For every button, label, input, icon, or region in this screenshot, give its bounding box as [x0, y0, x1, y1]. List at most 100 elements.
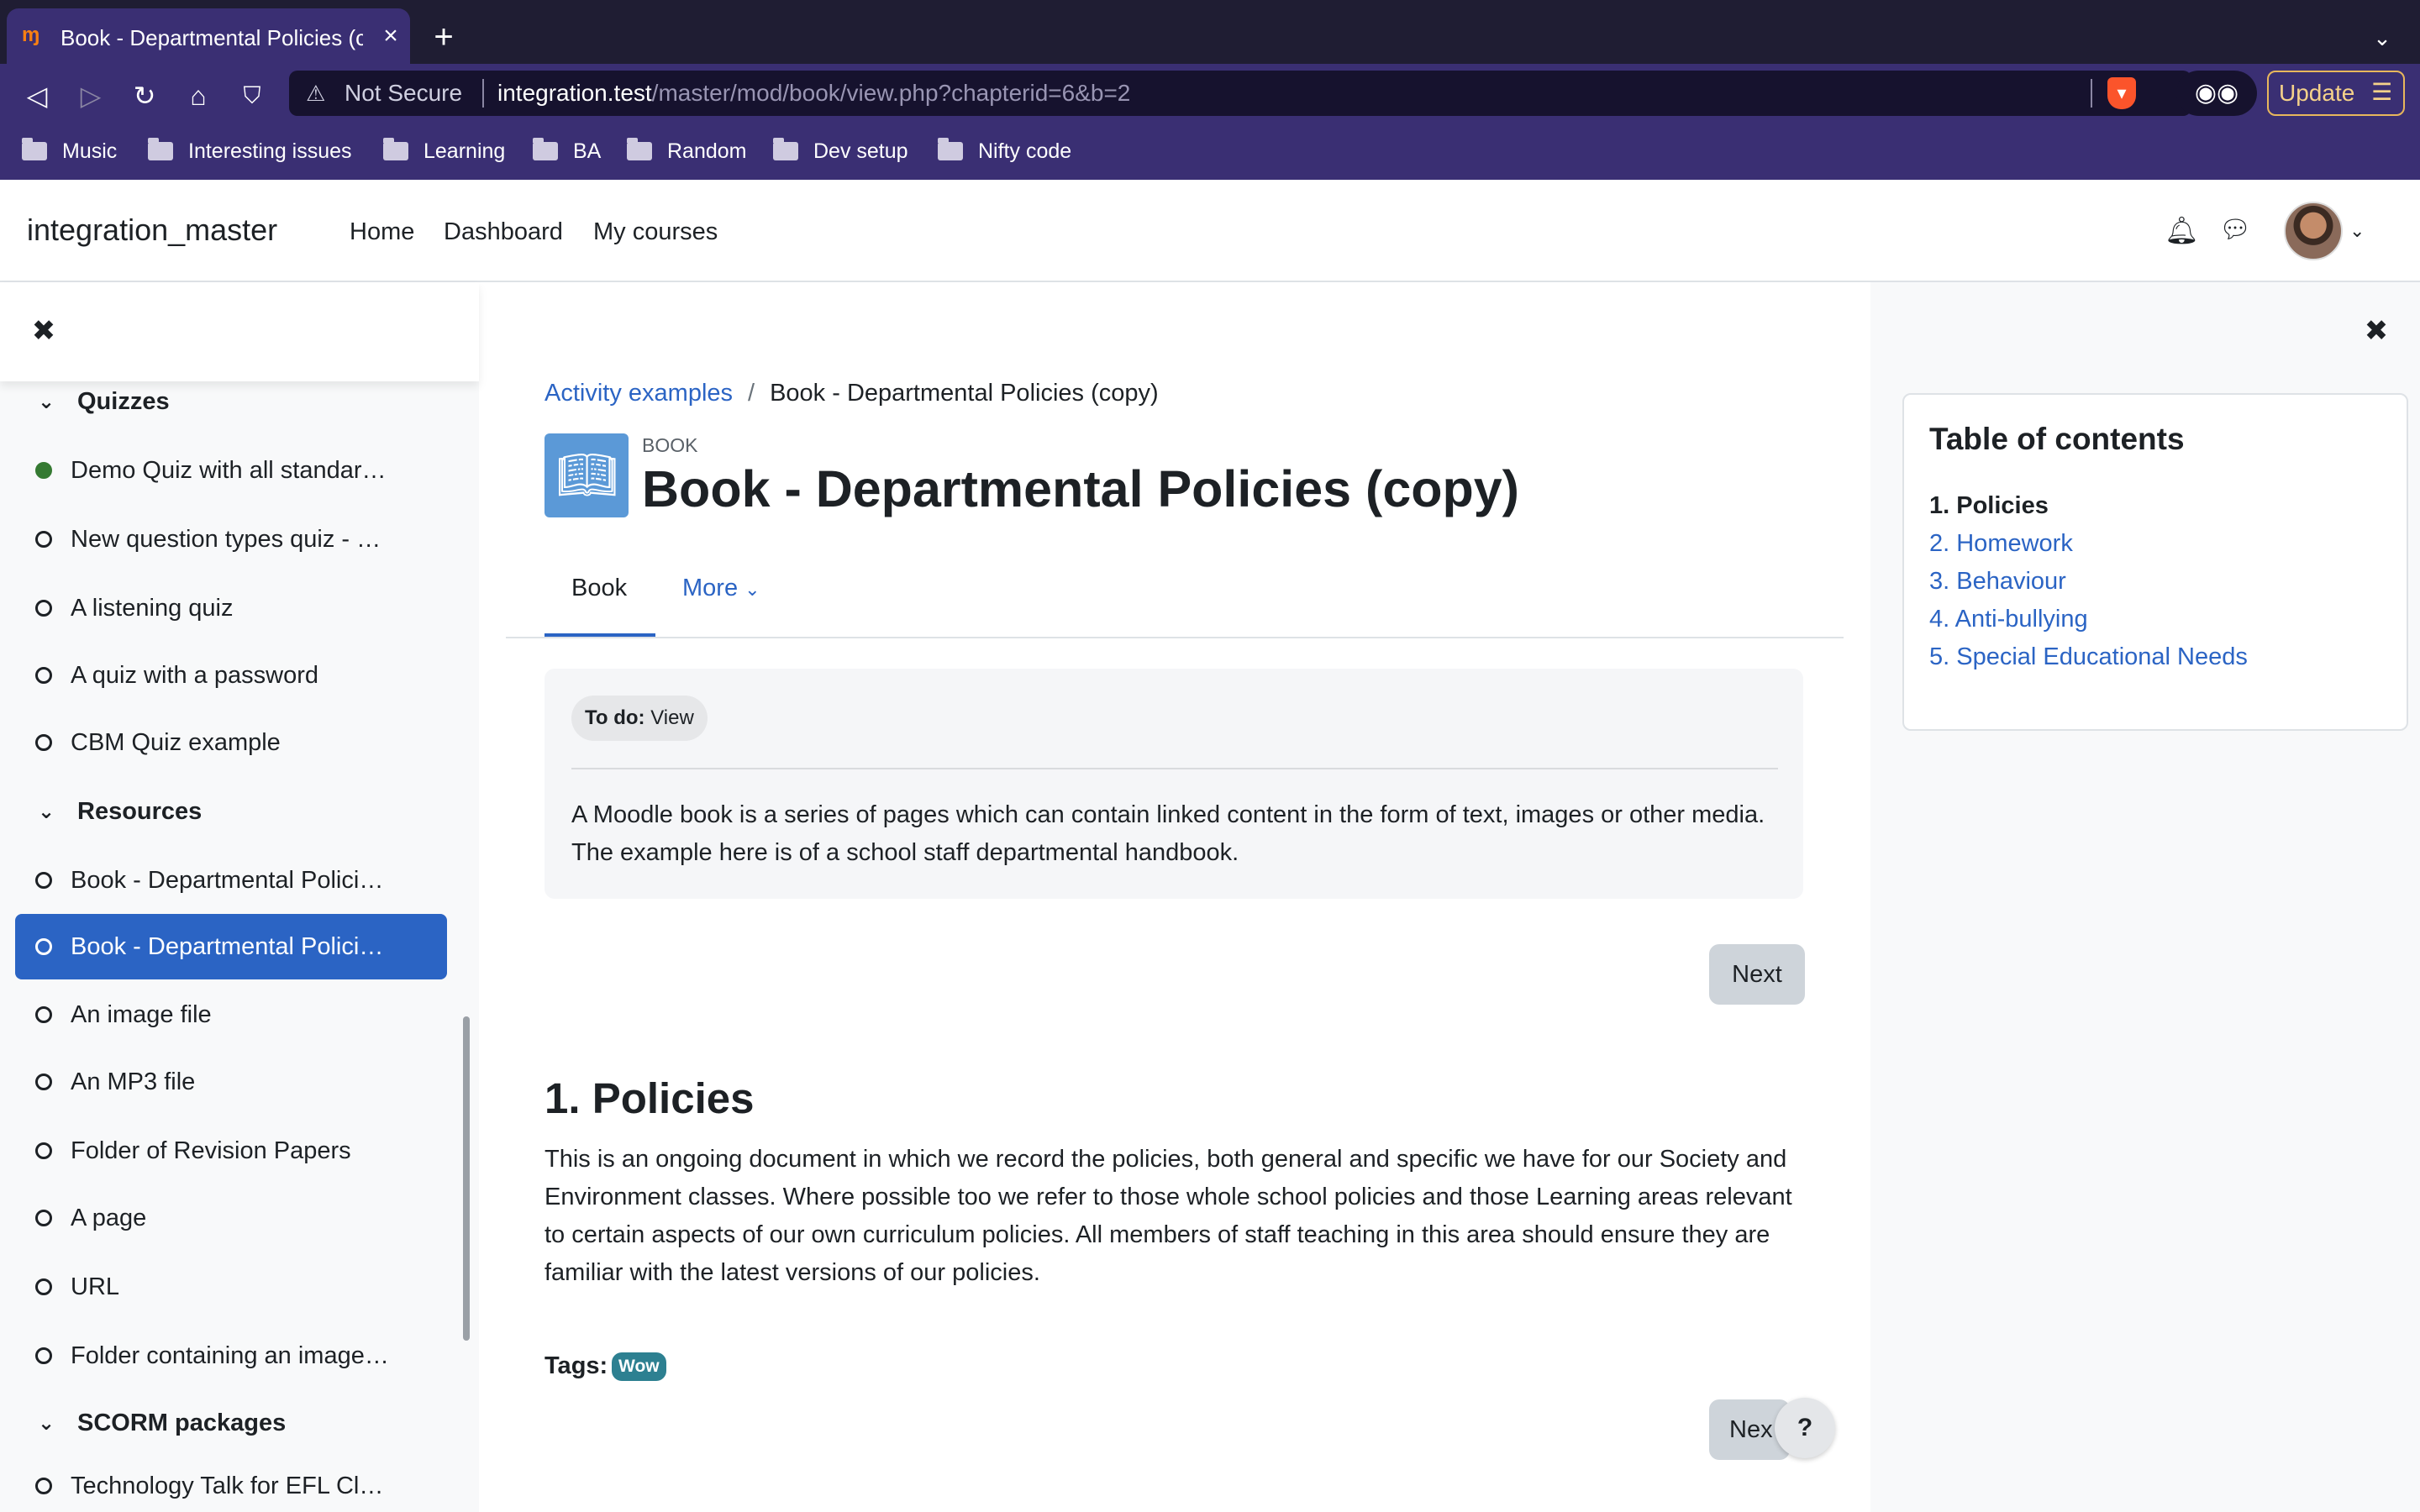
folder-icon	[533, 138, 558, 160]
new-tab-icon[interactable]: +	[427, 20, 460, 54]
folder-icon	[22, 138, 47, 160]
toc-item[interactable]: 2. Homework	[1929, 525, 2073, 562]
course-index-item[interactable]: A page	[15, 1186, 447, 1250]
moodle-favicon-icon: ɱ	[22, 24, 40, 46]
tab-list-chevron-icon[interactable]: ⌄	[2368, 24, 2396, 52]
completion-incomplete-icon	[35, 1074, 52, 1090]
course-index-item[interactable]: Folder containing an image…	[15, 1324, 447, 1388]
completion-incomplete-icon	[35, 1142, 52, 1159]
chevron-down-icon: ⌄	[37, 1411, 55, 1435]
home-icon[interactable]: ⌂	[178, 76, 218, 116]
breadcrumb-separator: /	[748, 380, 755, 407]
section-scorm-packages[interactable]: ⌄ SCORM packages	[34, 1403, 286, 1443]
activity-divider	[571, 768, 1778, 769]
completion-incomplete-icon	[35, 600, 52, 617]
bookmark-learning[interactable]: Learning	[383, 134, 505, 168]
course-index-item[interactable]: Demo Quiz with all standar…	[15, 438, 447, 502]
tag-badge[interactable]: Wow	[612, 1352, 666, 1381]
course-index-item[interactable]: URL	[15, 1255, 447, 1319]
completion-incomplete-icon	[35, 1347, 52, 1364]
folder-icon	[383, 138, 408, 160]
course-index-item[interactable]: A quiz with a password	[15, 643, 447, 707]
completion-todo-badge: To do: View	[571, 696, 708, 741]
completion-incomplete-icon	[35, 1006, 52, 1023]
chevron-down-icon: ⌄	[744, 579, 760, 600]
completion-incomplete-icon	[35, 1210, 52, 1226]
next-chapter-button-top[interactable]: Next	[1709, 944, 1805, 1005]
reader-mode-glasses-icon[interactable]: ◉◉	[2176, 71, 2257, 116]
course-index-item[interactable]: Book - Departmental Polici…	[15, 848, 447, 912]
completion-incomplete-icon	[35, 1278, 52, 1295]
bookmark-ba[interactable]: BA	[533, 134, 601, 168]
reload-icon[interactable]: ↻	[124, 76, 165, 116]
activity-description: A Moodle book is a series of pages which…	[571, 801, 1765, 866]
bookmark-interesting-issues[interactable]: Interesting issues	[148, 134, 352, 168]
completion-incomplete-icon	[35, 872, 52, 889]
course-index-item[interactable]: An image file	[15, 983, 447, 1047]
not-secure-label[interactable]: Not Secure	[345, 78, 462, 108]
course-index-item-active[interactable]: Book - Departmental Polici…	[15, 914, 447, 979]
tabs-divider	[506, 637, 1844, 638]
chapter-body: This is an ongoing document in which we …	[544, 1146, 1792, 1286]
tab-book[interactable]: Book	[571, 571, 627, 605]
close-block-drawer-icon[interactable]: ✖	[2361, 316, 2391, 346]
section-resources[interactable]: ⌄ Resources	[34, 791, 202, 832]
toc-item[interactable]: 4. Anti-bullying	[1929, 601, 2088, 638]
site-name[interactable]: integration_master	[27, 210, 277, 250]
close-course-index-icon[interactable]: ✖	[29, 316, 59, 346]
help-button[interactable]: ?	[1775, 1398, 1835, 1458]
bookmark-music[interactable]: Music	[22, 134, 117, 168]
toc-item[interactable]: 3. Behaviour	[1929, 563, 2066, 600]
user-menu-chevron-icon[interactable]: ⌄	[2349, 217, 2375, 245]
breadcrumb-link[interactable]: Activity examples	[544, 380, 733, 407]
user-avatar[interactable]	[2284, 202, 2343, 260]
nav-home[interactable]: Home	[350, 215, 414, 249]
breadcrumb: Activity examples / Book - Departmental Po…	[544, 376, 1159, 410]
course-index-scrollbar[interactable]	[463, 1016, 470, 1341]
tab-close-icon[interactable]: ×	[376, 22, 405, 50]
menu-icon[interactable]: ☰	[2371, 79, 2392, 106]
brave-shields-icon[interactable]: ▾	[2107, 77, 2136, 109]
course-index-item[interactable]: A listening quiz	[15, 576, 447, 640]
completion-incomplete-icon	[35, 734, 52, 751]
nav-dashboard[interactable]: Dashboard	[444, 215, 563, 249]
chevron-down-icon: ⌄	[37, 390, 55, 413]
warning-icon: ⚠	[306, 81, 326, 106]
bookmark-random[interactable]: Random	[627, 134, 747, 168]
completion-incomplete-icon	[35, 1478, 52, 1494]
section-quizzes[interactable]: ⌄ Quizzes	[34, 381, 170, 422]
messages-icon[interactable]: 💬︎	[2218, 213, 2252, 247]
folder-icon	[627, 138, 652, 160]
page-title: Book - Departmental Policies (copy)	[642, 460, 1519, 517]
back-icon[interactable]: ◁	[17, 76, 57, 116]
tab-more[interactable]: More ⌄	[682, 571, 760, 605]
toc-item[interactable]: 5. Special Educational Needs	[1929, 638, 2248, 675]
bookmark-nifty-code[interactable]: Nifty code	[938, 134, 1071, 168]
bookmark-dev-setup[interactable]: Dev setup	[773, 134, 908, 168]
notifications-bell-icon[interactable]: 🔔︎	[2165, 213, 2199, 247]
completion-incomplete-icon	[35, 938, 52, 955]
update-label[interactable]: Update	[2279, 78, 2354, 108]
folder-icon	[938, 138, 963, 160]
activity-type-label: BOOK	[642, 434, 698, 456]
course-index-item[interactable]: Technology Talk for EFL Cl…	[15, 1460, 447, 1512]
course-index-item[interactable]: An MP3 file	[15, 1050, 447, 1114]
nav-my-courses[interactable]: My courses	[593, 215, 718, 249]
course-index-item[interactable]: Folder of Revision Papers	[15, 1119, 447, 1183]
chapter-title: 1. Policies	[544, 1074, 755, 1122]
folder-icon	[773, 138, 798, 160]
course-index-item[interactable]: CBM Quiz example	[15, 711, 447, 774]
url-path: /master/mod/book/view.php?chapterid=6&b=…	[651, 80, 1131, 106]
url-text[interactable]: integration.test/master/mod/book/view.ph…	[497, 78, 1130, 108]
chevron-down-icon: ⌄	[37, 800, 55, 823]
forward-icon[interactable]: ▷	[71, 76, 111, 116]
browser-tab-title: Book - Departmental Policies (c	[60, 25, 363, 50]
url-divider	[482, 79, 484, 108]
completion-incomplete-icon	[35, 531, 52, 548]
url-host: integration.test	[497, 80, 652, 106]
completion-complete-icon	[35, 462, 52, 479]
bookmark-icon[interactable]: ⛉	[232, 76, 272, 116]
toc-item-current: 1. Policies	[1929, 492, 2049, 519]
open-book-icon: 📖︎	[556, 448, 618, 502]
course-index-item[interactable]: New question types quiz - …	[15, 507, 447, 571]
